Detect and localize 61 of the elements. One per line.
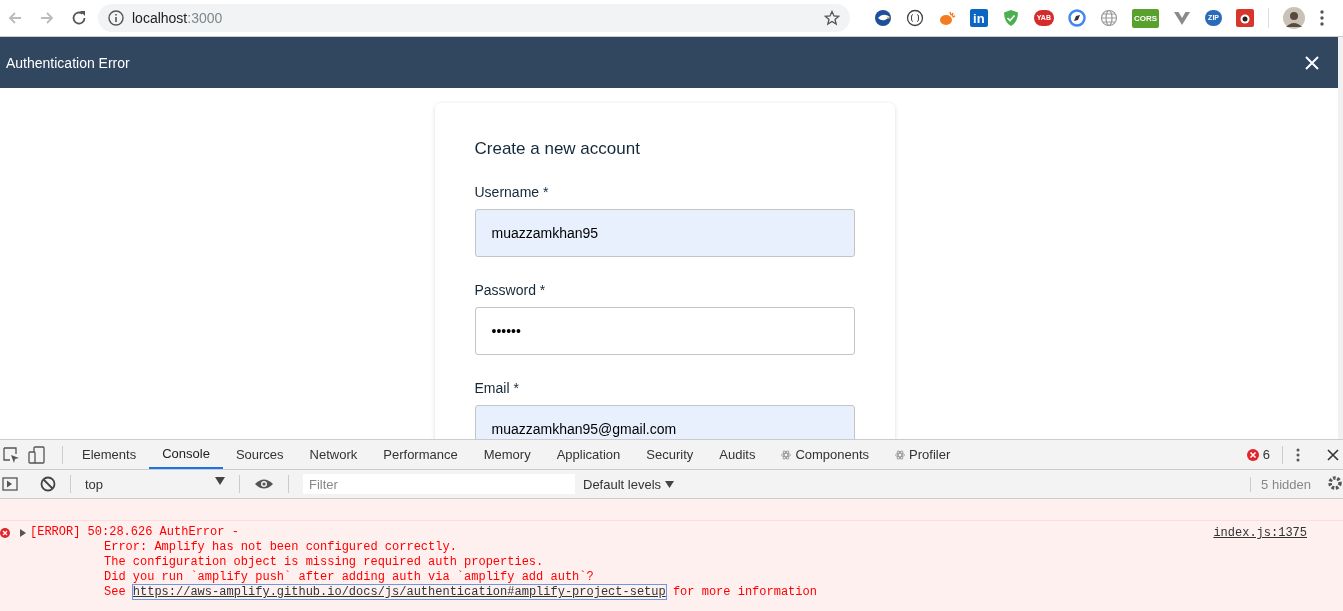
atom-icon — [781, 449, 792, 460]
v-shape-icon[interactable] — [1173, 9, 1192, 27]
devtools-tab[interactable]: Performance — [370, 440, 471, 469]
devtools-tab[interactable]: Application — [543, 440, 634, 469]
devtools-tab[interactable]: Security — [633, 440, 707, 469]
devtools-tab[interactable]: Sources — [222, 440, 297, 469]
linkedin-logo[interactable]: in — [969, 9, 988, 27]
expand-triangle-icon[interactable] — [19, 528, 27, 537]
devtools-tab[interactable]: Components — [768, 440, 883, 469]
field-label: Email * — [474, 380, 520, 396]
eye-icon[interactable] — [254, 477, 274, 491]
atom-icon — [895, 449, 906, 460]
error-counter[interactable]: 6 — [1246, 447, 1270, 462]
reload-icon[interactable] — [70, 9, 88, 27]
address-bar[interactable]: localhost:3000 — [98, 4, 850, 32]
globe-icon[interactable] — [1100, 9, 1118, 27]
url-text: localhost:3000 — [132, 10, 223, 26]
inspect-icon[interactable] — [2, 445, 20, 464]
error-message: [ERROR] 50:28.626 AuthError - — [30, 525, 239, 540]
error-message: The configuration object is missing required auth properties. — [103, 555, 545, 570]
device-toggle-icon[interactable] — [28, 445, 46, 464]
menu-icon[interactable] — [1295, 446, 1301, 463]
source-link[interactable]: index.js:1375 — [1213, 526, 1307, 541]
compass-icon[interactable] — [1068, 9, 1086, 27]
devtools-tab[interactable]: Memory — [470, 440, 544, 469]
levels-dropdown[interactable]: Default levels — [583, 476, 675, 492]
error-count: 6 — [1262, 447, 1270, 462]
devtools-tab[interactable]: Profiler — [882, 440, 964, 469]
settings-icon[interactable] — [1327, 474, 1343, 491]
error-message: See https://aws-amplify.github.io/docs/js/authentication#amplify-project-setup for more information — [103, 585, 817, 600]
devtools-tab[interactable]: Audits — [706, 440, 769, 469]
input-field[interactable]: muazzamkhan95@gmail.com — [474, 405, 855, 439]
menu-icon[interactable] — [1319, 9, 1325, 27]
devtools-tab[interactable]: Network — [296, 440, 371, 469]
context-dropdown[interactable]: top — [85, 476, 225, 492]
braces-icon[interactable] — [905, 9, 924, 27]
clear-console-icon[interactable] — [40, 476, 56, 492]
bird-icon[interactable] — [873, 9, 892, 27]
field-label: Username * — [474, 184, 550, 200]
sidebar-toggle-icon[interactable] — [2, 476, 18, 492]
docs-link[interactable]: https://aws-amplify.github.io/docs/js/authentication#amplify-project-setup — [132, 585, 666, 599]
bug-icon[interactable] — [1236, 9, 1254, 27]
error-icon — [1246, 448, 1259, 461]
info-icon[interactable] — [108, 10, 124, 26]
close-icon[interactable] — [1327, 448, 1339, 461]
error-message: Did you run `amplify push` after adding auth via `amplify add auth`? — [103, 570, 595, 585]
error-title: Authentication Error — [6, 54, 130, 71]
shield-icon[interactable] — [1001, 9, 1020, 27]
form-title: Create a new account — [474, 139, 641, 159]
filter-field[interactable]: Filter — [303, 474, 575, 494]
input-field[interactable]: muazzamkhan95 — [474, 209, 855, 257]
star-icon[interactable] — [823, 10, 840, 26]
field-label: Password * — [474, 282, 547, 298]
input-field[interactable]: •••••• — [474, 307, 855, 355]
error-message: Error: Amplify has not been configured correctly. — [103, 540, 458, 555]
error-icon — [0, 527, 10, 538]
devtools-tab[interactable]: Elements — [69, 440, 150, 469]
caret-icon — [665, 480, 675, 488]
hidden-count: 5 hidden — [1250, 476, 1311, 492]
caret-icon — [215, 476, 225, 485]
avatar-icon[interactable] — [1283, 7, 1305, 29]
